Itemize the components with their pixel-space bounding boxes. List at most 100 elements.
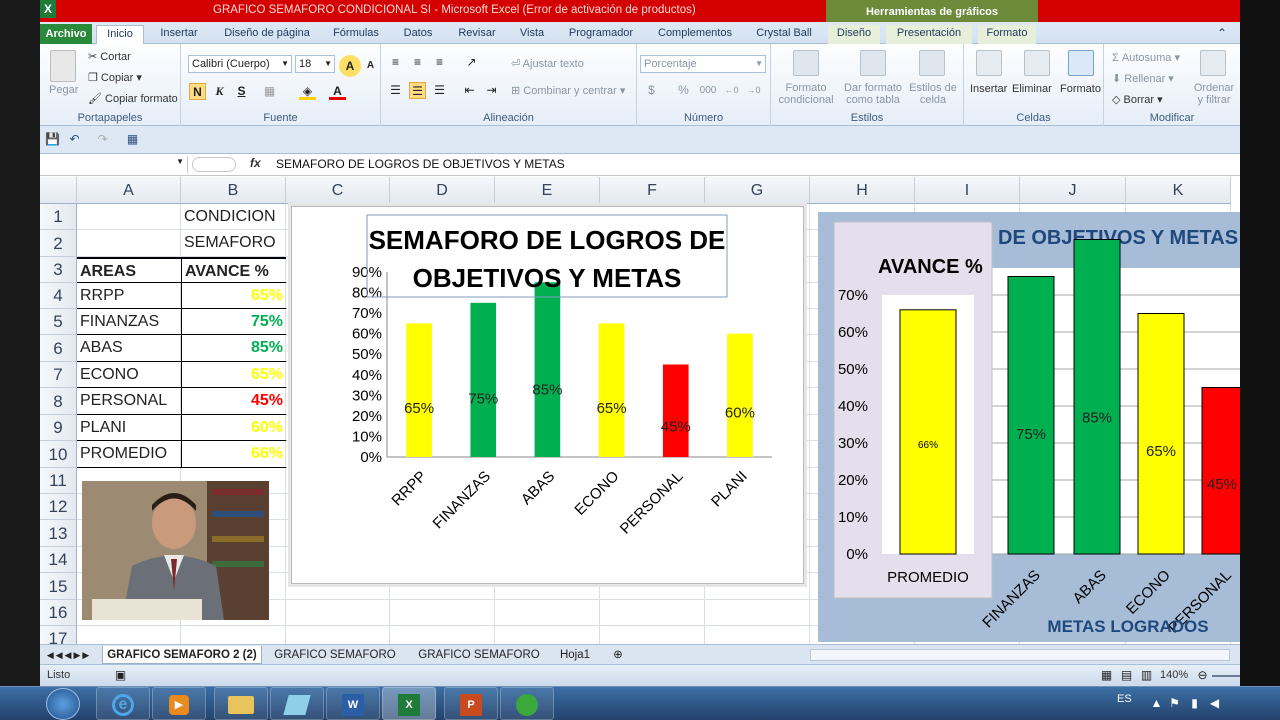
cell-area-promedio[interactable]: PROMEDIO: [77, 441, 181, 468]
align-center-icon[interactable]: ☰: [409, 82, 426, 99]
font-size-combo[interactable]: 18 ▼: [295, 55, 335, 73]
cell-area-personal[interactable]: PERSONAL: [77, 388, 181, 415]
delete-cells-icon[interactable]: [1024, 50, 1050, 76]
copy-button[interactable]: ❐ Copiar ▾: [88, 71, 142, 84]
sort-filter-button[interactable]: Ordenar y filtrar: [1190, 82, 1238, 106]
format-button[interactable]: Formato: [1060, 83, 1101, 95]
row-header-8[interactable]: 8: [40, 388, 77, 415]
new-sheet-icon[interactable]: ⊕: [608, 646, 628, 664]
clear-button[interactable]: ◇ Borrar ▾: [1112, 93, 1163, 106]
font-name-combo[interactable]: Calibri (Cuerpo) ▼: [188, 55, 292, 73]
paste-button[interactable]: Pegar: [49, 84, 78, 96]
save-icon[interactable]: 💾: [44, 131, 61, 148]
grow-font-icon[interactable]: A: [339, 55, 361, 77]
column-header-f[interactable]: F: [600, 177, 705, 204]
number-format-combo[interactable]: Porcentaje ▼: [640, 55, 766, 73]
insert-cells-icon[interactable]: [976, 50, 1002, 76]
cell-area-plani[interactable]: PLANI: [77, 415, 181, 441]
row-header-7[interactable]: 7: [40, 362, 77, 388]
cell-avance-rrpp[interactable]: 65%: [181, 283, 286, 309]
bold-button[interactable]: N: [189, 83, 206, 100]
cell-avance-abas[interactable]: 85%: [181, 335, 286, 362]
wrap-text-button[interactable]: ⏎ Ajustar texto: [511, 57, 584, 70]
page-break-icon[interactable]: ▥: [1138, 667, 1155, 684]
row-header-2[interactable]: 2: [40, 230, 77, 257]
formula-input[interactable]: SEMAFORO DE LOGROS DE OBJETIVOS Y METAS: [276, 157, 565, 171]
semaforo-chart[interactable]: 0% 10% 20% 30% 40% 50% 60% 70% 80% 90% 65% RRPP 75% F…: [291, 206, 804, 584]
cell-areas-header[interactable]: AREAS: [77, 257, 181, 283]
tab-revisar[interactable]: Revisar: [450, 25, 504, 44]
currency-icon[interactable]: $: [643, 82, 660, 99]
increase-indent-icon[interactable]: ⇥: [483, 82, 500, 99]
cell-avance-plani[interactable]: 60%: [181, 415, 286, 441]
tab-datos[interactable]: Datos: [392, 25, 444, 44]
undo-icon[interactable]: ↶: [66, 131, 83, 148]
percent-button[interactable]: %: [675, 82, 692, 99]
flag-icon[interactable]: ⚑: [1166, 695, 1183, 712]
sheet-nav-icon[interactable]: ◀◀◀▶▶: [44, 646, 94, 664]
column-header-j[interactable]: J: [1020, 177, 1126, 204]
sheet-tab-grafico-semaforo-1[interactable]: GRAFICO SEMAFORO 1: [270, 646, 400, 679]
column-header-e[interactable]: E: [495, 177, 600, 204]
media-player-icon[interactable]: ▶: [152, 687, 206, 720]
delete-button[interactable]: Eliminar: [1012, 83, 1052, 95]
row-header-4[interactable]: 4: [40, 283, 77, 309]
zoom-level[interactable]: 140%: [1160, 669, 1188, 681]
row-header-10[interactable]: 10: [40, 441, 77, 468]
fill-color-icon[interactable]: ◈: [299, 83, 316, 100]
column-header-i[interactable]: I: [915, 177, 1020, 204]
insert-button[interactable]: Insertar: [970, 83, 1007, 95]
row-header-17[interactable]: 17: [40, 626, 77, 644]
column-header-b[interactable]: B: [181, 177, 286, 204]
app-icon[interactable]: [270, 687, 324, 720]
start-button[interactable]: [46, 688, 80, 720]
column-header-c[interactable]: C: [286, 177, 390, 204]
align-bottom-icon[interactable]: ≡: [431, 54, 448, 71]
customize-qat-icon[interactable]: ▦: [124, 131, 141, 148]
borders-icon[interactable]: ▦: [261, 83, 278, 100]
merge-center-button[interactable]: ⊞ Combinar y centrar ▾: [511, 84, 625, 97]
horizontal-scrollbar[interactable]: [810, 649, 1230, 661]
font-color-icon[interactable]: A: [329, 83, 346, 100]
tab-diseno[interactable]: Diseño: [828, 25, 880, 44]
cell-avance-personal[interactable]: 45%: [181, 388, 286, 415]
word-icon[interactable]: W: [326, 687, 380, 720]
row-header-1[interactable]: 1: [40, 204, 77, 230]
row-header-15[interactable]: 15: [40, 573, 77, 600]
cell-area-abas[interactable]: ABAS: [77, 335, 181, 362]
conditional-format-icon[interactable]: [793, 50, 819, 76]
tab-programador[interactable]: Programador: [560, 25, 642, 44]
tab-inicio[interactable]: Inicio: [96, 25, 144, 45]
row-header-16[interactable]: 16: [40, 600, 77, 626]
tab-vista[interactable]: Vista: [510, 25, 554, 44]
column-header-h[interactable]: H: [810, 177, 915, 204]
macro-record-icon[interactable]: ▣: [112, 667, 129, 684]
column-header-g[interactable]: G: [705, 177, 810, 204]
metas-chart[interactable]: DE OBJETIVOS Y METAS 75% FINANZAS 85% ABAS 65…: [818, 212, 1240, 642]
zoom-slider[interactable]: [1212, 675, 1240, 677]
excel-app-icon[interactable]: X: [40, 0, 56, 18]
format-as-table-icon[interactable]: [860, 50, 886, 76]
internet-explorer-icon[interactable]: e: [96, 687, 150, 720]
formula-splitter[interactable]: [192, 157, 236, 172]
tab-formulas[interactable]: Fórmulas: [326, 25, 386, 44]
column-header-k[interactable]: K: [1126, 177, 1231, 204]
file-explorer-icon[interactable]: [214, 687, 268, 720]
cell-avance-econo[interactable]: 65%: [181, 362, 286, 388]
row-header-6[interactable]: 6: [40, 335, 77, 362]
cut-button[interactable]: ✂ Cortar: [88, 50, 131, 63]
italic-button[interactable]: K: [211, 83, 228, 100]
align-right-icon[interactable]: ☰: [431, 82, 448, 99]
tab-insertar[interactable]: Insertar: [150, 25, 208, 44]
row-header-12[interactable]: 12: [40, 494, 77, 520]
conditional-format-button[interactable]: Formato condicional: [775, 82, 837, 106]
powerpoint-icon[interactable]: P: [444, 687, 498, 720]
zoom-out-icon[interactable]: ⊖: [1194, 667, 1211, 684]
cell-semaforo[interactable]: SEMAFORO: [181, 230, 286, 257]
cell-condicion[interactable]: CONDICION: [181, 204, 286, 230]
volume-icon[interactable]: ◀: [1206, 695, 1223, 712]
cell-area-finanzas[interactable]: FINANZAS: [77, 309, 181, 335]
sheet-tab-grafico-semaforo-2[interactable]: GRAFICO SEMAFORO 2: [414, 646, 544, 679]
fill-button[interactable]: ⬇ Rellenar ▾: [1112, 72, 1174, 85]
cell-styles-icon[interactable]: [919, 50, 945, 76]
